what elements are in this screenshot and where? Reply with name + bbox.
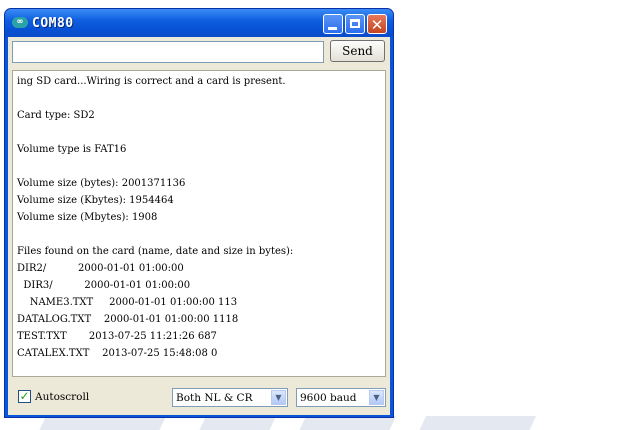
output-line: DIR2/ 2000-01-01 01:00:00 bbox=[17, 263, 184, 274]
baud-rate-value: 9600 baud bbox=[300, 392, 357, 404]
title-bar[interactable]: ∞ COM80 ✕ bbox=[5, 9, 393, 37]
output-line: Volume size (Mbytes): 1908 bbox=[17, 212, 158, 223]
dropdown-arrow-icon[interactable]: ▼ bbox=[369, 390, 384, 405]
line-ending-value: Both NL & CR bbox=[176, 392, 253, 404]
output-line: Card type: SD2 bbox=[17, 110, 95, 121]
autoscroll-checkbox[interactable]: ✓ bbox=[18, 390, 31, 403]
arduino-icon: ∞ bbox=[12, 17, 28, 28]
client-area: Send ing SD card...Wiring is correct and… bbox=[8, 37, 390, 415]
close-icon: ✕ bbox=[370, 16, 384, 34]
output-line: Files found on the card (name, date and … bbox=[17, 246, 294, 257]
status-footer: ✓ Autoscroll Both NL & CR ▼ 9600 baud ▼ bbox=[8, 381, 390, 415]
output-line: DATALOG.TXT 2000-01-01 01:00:00 1118 bbox=[17, 314, 239, 325]
serial-monitor-window: ∞ COM80 ✕ Send ing SD card...Wiring is c… bbox=[4, 8, 394, 418]
output-line: CATALEX.TXT 2013-07-25 15:48:08 0 bbox=[17, 348, 218, 359]
output-line: DIR3/ 2000-01-01 01:00:00 bbox=[17, 280, 191, 291]
output-line: ing SD card...Wiring is correct and a ca… bbox=[17, 76, 286, 87]
send-input[interactable] bbox=[12, 41, 324, 63]
autoscroll-label[interactable]: Autoscroll bbox=[35, 391, 89, 403]
minimize-button[interactable] bbox=[323, 14, 343, 34]
output-line: Volume type is FAT16 bbox=[17, 144, 127, 155]
output-line: Volume size (Kbytes): 1954464 bbox=[17, 195, 174, 206]
line-ending-select[interactable]: Both NL & CR ▼ bbox=[172, 388, 288, 407]
send-button[interactable]: Send bbox=[330, 40, 385, 62]
dropdown-arrow-icon[interactable]: ▼ bbox=[271, 390, 286, 405]
serial-output[interactable]: ing SD card...Wiring is correct and a ca… bbox=[12, 70, 386, 377]
maximize-icon bbox=[350, 19, 360, 28]
baud-rate-select[interactable]: 9600 baud ▼ bbox=[296, 388, 386, 407]
window-title: COM80 bbox=[32, 16, 74, 31]
close-button[interactable]: ✕ bbox=[367, 14, 387, 34]
output-line: Volume size (bytes): 2001371136 bbox=[17, 178, 186, 189]
output-line: NAME3.TXT 2000-01-01 01:00:00 113 bbox=[17, 297, 238, 308]
output-line: TEST.TXT 2013-07-25 11:21:26 687 bbox=[17, 331, 217, 342]
checkmark-icon: ✓ bbox=[19, 389, 30, 403]
minimize-icon bbox=[328, 27, 337, 30]
maximize-button[interactable] bbox=[345, 14, 365, 34]
